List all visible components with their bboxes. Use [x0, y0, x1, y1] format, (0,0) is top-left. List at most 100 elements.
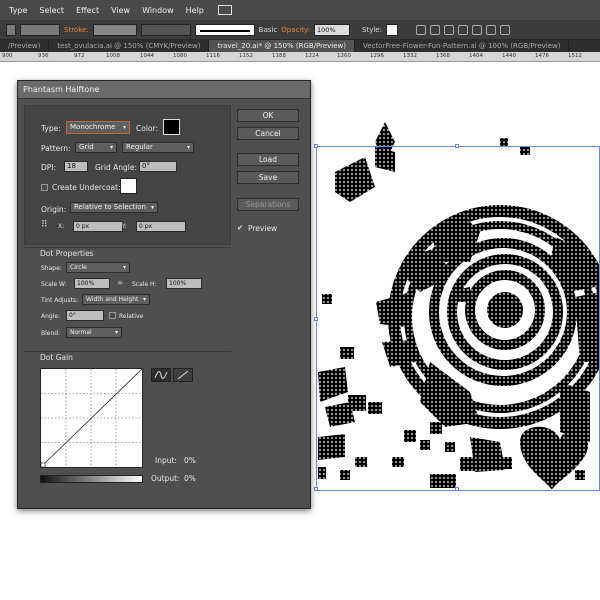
isolate-icon[interactable] — [499, 24, 510, 35]
document-tabs: /Preview) test_ovulacia.ai @ 150% (CMYK/… — [0, 40, 600, 52]
ruler-tick: 1404 — [469, 53, 483, 59]
shape-dropdown[interactable]: Circle ▾ — [66, 262, 130, 273]
preview-label: Preview — [248, 224, 278, 233]
pattern-dropdown-value: Grid — [79, 143, 94, 151]
resize-handle[interactable] — [455, 144, 459, 148]
grid-angle-label: Grid Angle: — [95, 163, 137, 172]
angle-input[interactable]: 0° — [66, 310, 104, 321]
chevron-down-icon: ▾ — [150, 204, 154, 211]
grid-angle-input[interactable]: 0° — [139, 161, 177, 172]
pattern-style-dropdown[interactable]: Regular ▾ — [122, 142, 194, 153]
align-center-icon[interactable] — [457, 24, 468, 35]
menu-view[interactable]: View — [111, 6, 130, 15]
cancel-button[interactable]: Cancel — [237, 127, 299, 140]
smooth-curve-button[interactable] — [151, 368, 171, 382]
load-button[interactable]: Load — [237, 153, 299, 166]
ruler-tick: 1260 — [337, 53, 351, 59]
pattern-label: Pattern: — [41, 144, 71, 153]
blend-dropdown[interactable]: Normal ▾ — [66, 327, 122, 338]
ruler-tick: 1440 — [502, 53, 516, 59]
save-button[interactable]: Save — [237, 171, 299, 184]
tab-previous-doc[interactable]: /Preview) — [0, 40, 50, 52]
tint-adjusts-dropdown[interactable]: Width and Height ▾ — [82, 294, 150, 305]
fill-dropdown[interactable] — [20, 23, 60, 36]
chevron-down-icon: ▾ — [122, 264, 126, 271]
separations-button[interactable]: Separations — [237, 198, 299, 211]
resize-handle[interactable] — [314, 317, 318, 321]
ruler-tick: 1188 — [272, 53, 286, 59]
ruler-tick: 1080 — [173, 53, 187, 59]
stroke-weight-field[interactable] — [92, 23, 137, 36]
brush-preview[interactable] — [194, 23, 255, 36]
dot-gain-curve[interactable] — [40, 368, 143, 468]
halftone-color-swatch[interactable] — [163, 119, 180, 135]
type-dropdown[interactable]: Monochrome ▾ — [66, 121, 130, 134]
resize-handle[interactable] — [314, 487, 318, 491]
line-icon — [177, 370, 189, 380]
type-label: Type: — [41, 124, 61, 133]
tab-test-ovulacia[interactable]: test_ovulacia.ai @ 150% (CMYK/Preview) — [49, 40, 210, 52]
menu-window[interactable]: Window — [142, 6, 174, 15]
create-undercoat-checkbox[interactable] — [41, 184, 48, 191]
align-icon[interactable] — [429, 24, 440, 35]
ruler-tick: 1008 — [106, 53, 120, 59]
menu-type[interactable]: Type — [9, 6, 27, 15]
ruler-tick: 1332 — [403, 53, 417, 59]
y-offset-input[interactable]: 0 px — [136, 221, 186, 232]
menu-select[interactable]: Select — [39, 6, 64, 15]
scale-h-input[interactable]: 100% — [166, 278, 202, 289]
scale-w-input[interactable]: 100% — [74, 278, 110, 289]
selection-bounding-box[interactable] — [314, 144, 600, 491]
ruler-tick: 900 — [2, 53, 13, 59]
dpi-input[interactable]: 18 — [64, 161, 88, 172]
transform-icon[interactable] — [485, 24, 496, 35]
menu-effect[interactable]: Effect — [76, 6, 99, 15]
fill-swatch[interactable] — [6, 23, 16, 36]
ruler-tick: 1152 — [239, 53, 253, 59]
tint-adjusts-label: Tint Adjusts: — [41, 297, 79, 304]
x-offset-input[interactable]: 0 px — [73, 221, 123, 232]
dialog-title[interactable]: Phantasm Halftone — [18, 81, 310, 99]
origin-dropdown[interactable]: Relative to Selection ▾ — [70, 202, 158, 213]
ruler-tick: 1296 — [370, 53, 384, 59]
linear-curve-button[interactable] — [173, 368, 193, 382]
pattern-dropdown[interactable]: Grid ▾ — [75, 142, 117, 153]
y-label: Y: — [122, 223, 127, 230]
tab-vectorfree-flower[interactable]: VectorFree-Flower-Fun-Pattern.ai @ 100% … — [355, 40, 570, 52]
menu-help[interactable]: Help — [186, 6, 204, 15]
style-label: Style: — [362, 25, 382, 34]
relative-checkbox[interactable] — [109, 312, 116, 319]
undercoat-color-swatch[interactable] — [120, 178, 137, 194]
scale-w-label: Scale W: — [41, 281, 67, 288]
recolor-icon[interactable] — [415, 24, 426, 35]
variable-width-dropdown[interactable] — [140, 23, 191, 36]
opacity-field[interactable]: 100% — [314, 23, 350, 36]
brush-label[interactable]: Basic — [259, 26, 278, 34]
color-label: Color: — [136, 124, 158, 133]
ruler-tick: 1476 — [535, 53, 549, 59]
type-dropdown-value: Monochrome — [70, 123, 116, 131]
resize-handle[interactable] — [314, 144, 318, 148]
horizontal-ruler[interactable]: 900 936 972 1008 1044 1080 1116 1152 118… — [0, 52, 600, 62]
control-bar: Stroke: Basic Opacity: 100% Style: — [0, 20, 600, 40]
pattern-style-value: Regular — [126, 143, 153, 151]
opacity-label[interactable]: Opacity: — [281, 26, 310, 34]
link-proportions-icon[interactable]: ∞ — [117, 278, 123, 287]
arrange-documents-icon[interactable] — [217, 5, 232, 15]
align-right-icon[interactable] — [471, 24, 482, 35]
dot-gain-gradient-bar — [40, 475, 143, 483]
resize-handle[interactable] — [455, 487, 459, 491]
blend-dropdown-value: Normal — [70, 329, 92, 336]
tab-travel-20[interactable]: travel_20.ai* @ 150% (RGB/Preview) — [209, 40, 356, 52]
angle-label: Angle: — [41, 313, 61, 320]
dot-properties-title: Dot Properties — [40, 249, 94, 258]
reference-point-icon[interactable]: ⠿ — [41, 221, 48, 230]
style-swatch[interactable] — [385, 23, 398, 36]
ruler-tick: 972 — [74, 53, 85, 59]
align-left-icon[interactable] — [443, 24, 454, 35]
stroke-label[interactable]: Stroke: — [64, 26, 89, 34]
dot-gain-curve-graph[interactable] — [40, 368, 143, 468]
ok-button[interactable]: OK — [237, 109, 299, 122]
preview-checkmark-icon[interactable]: ✔ — [237, 223, 243, 232]
input-label: Input: — [155, 456, 177, 465]
